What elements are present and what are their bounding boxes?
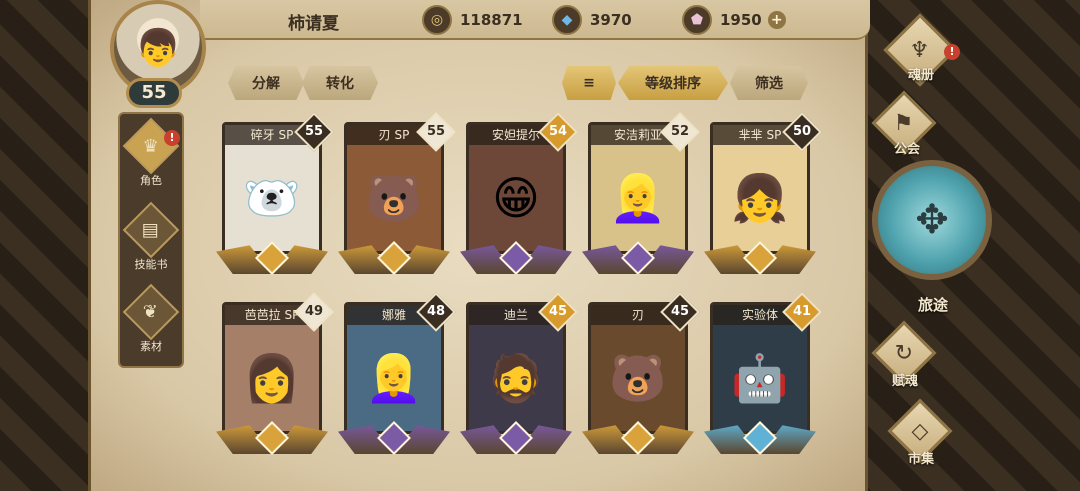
hero-level: 50 — [792, 124, 812, 139]
hero-portrait: 👧 — [731, 170, 789, 225]
gold-currency: ◎ 118871 — [422, 5, 523, 35]
material-icon: ❦ — [122, 283, 180, 341]
hero-level: 48 — [426, 304, 446, 319]
character-icon: ♛ — [122, 117, 180, 175]
blue-crystal-icon: ◆ — [552, 5, 582, 35]
menu-item-skill-book[interactable]: ▤ 技能书 — [120, 201, 182, 280]
crystal-currency: ◆ 3970 — [552, 5, 632, 35]
market-label: 市集 — [908, 452, 935, 467]
guild-button[interactable]: ⚑ 公会 — [864, 90, 944, 160]
hero-level: 55 — [304, 124, 324, 139]
hero-level: 41 — [792, 304, 812, 319]
hero-portrait: 🐻 — [365, 170, 423, 225]
menu-label-material: 素材 — [140, 340, 162, 353]
hero-portrait: 👱‍♀ — [609, 170, 667, 225]
hero-portrait: 👩 — [243, 350, 301, 405]
left-side-menu: ♛ 角色 ! ▤ 技能书 ❦ 素材 — [118, 112, 184, 368]
market-button[interactable]: ◇ 市集 — [880, 398, 960, 468]
add-gem-button[interactable]: + — [767, 11, 786, 29]
gold-coin-icon: ◎ — [422, 5, 452, 35]
soul-book-label: 魂册 — [908, 68, 935, 83]
menu-label-character: 角色 — [140, 174, 162, 187]
convert-button[interactable]: 转化 — [302, 66, 378, 100]
hero-card[interactable]: 碎牙 SP 🐻‍❄ 55 — [216, 112, 334, 275]
character-alert-badge: ! — [164, 130, 180, 146]
soul-book-button[interactable]: ♆ 魂册 ! — [880, 13, 960, 94]
crystal-value: 3970 — [590, 11, 632, 29]
player-avatar-area[interactable]: 👦 55 — [100, 0, 212, 112]
decompose-button[interactable]: 分解 — [228, 66, 304, 100]
sort-level-button[interactable]: 等级排序 — [618, 66, 728, 100]
hero-card[interactable]: 芭芭拉 SP 👩 49 — [216, 292, 334, 455]
hero-level: 55 — [426, 124, 446, 139]
hero-portrait: 🐻 — [609, 350, 667, 405]
hero-card[interactable]: 迪兰 🧔 45 — [460, 292, 578, 455]
sort-list-icon: ≡ — [583, 75, 595, 91]
gem-currency: ⬟ 1950 + — [682, 5, 786, 35]
hero-card[interactable]: 刃 🐻 45 — [582, 292, 700, 455]
hero-card[interactable]: 刃 SP 🐻 55 — [338, 112, 456, 275]
menu-item-material[interactable]: ❦ 素材 — [120, 283, 182, 362]
hero-card[interactable]: 安洁莉亚 👱‍♀ 52 — [582, 112, 700, 275]
hero-level: 52 — [670, 124, 690, 139]
gold-value: 118871 — [460, 11, 523, 29]
menu-item-character[interactable]: ♛ 角色 ! — [120, 117, 182, 196]
player-name: 柿请夏 — [288, 14, 339, 34]
sort-order-button[interactable]: ≡ — [562, 66, 616, 100]
journey-label: 旅途 — [918, 296, 949, 314]
gem-value: 1950 — [720, 11, 762, 29]
hero-card[interactable]: 实验体 🤖 41 — [704, 292, 822, 455]
hero-portrait: 🧔 — [487, 350, 545, 405]
soul-book-alert-badge: ! — [944, 44, 960, 60]
skill-book-icon: ▤ — [122, 201, 180, 259]
player-level-badge: 55 — [126, 78, 182, 108]
hero-portrait: 🤖 — [731, 350, 789, 405]
hero-card[interactable]: 娜雅 👱‍♀ 48 — [338, 292, 456, 455]
talent-button[interactable]: ↻ 赋魂 — [864, 320, 944, 390]
hero-portrait: 🐻‍❄ — [243, 170, 301, 225]
hero-portrait: 😁 — [492, 171, 540, 225]
hero-level: 45 — [548, 304, 568, 319]
talent-label: 赋魂 — [892, 374, 919, 389]
hero-card[interactable]: 芈芈 SP 👧 50 — [704, 112, 822, 275]
pink-gem-icon: ⬟ — [682, 5, 712, 35]
hero-portrait: 👱‍♀ — [365, 350, 423, 405]
hero-level: 49 — [304, 304, 324, 319]
hero-card[interactable]: 安妲提尔 😁 54 — [460, 112, 578, 275]
menu-label-skill-book: 技能书 — [134, 258, 168, 271]
journey-emblem-icon: ✥ — [872, 160, 992, 280]
journey-button[interactable]: ✥ 旅途 — [872, 160, 992, 314]
hero-level: 45 — [670, 304, 690, 319]
filter-button[interactable]: 筛选 — [730, 66, 808, 100]
guild-label: 公会 — [894, 142, 921, 157]
hero-level: 54 — [548, 124, 568, 139]
